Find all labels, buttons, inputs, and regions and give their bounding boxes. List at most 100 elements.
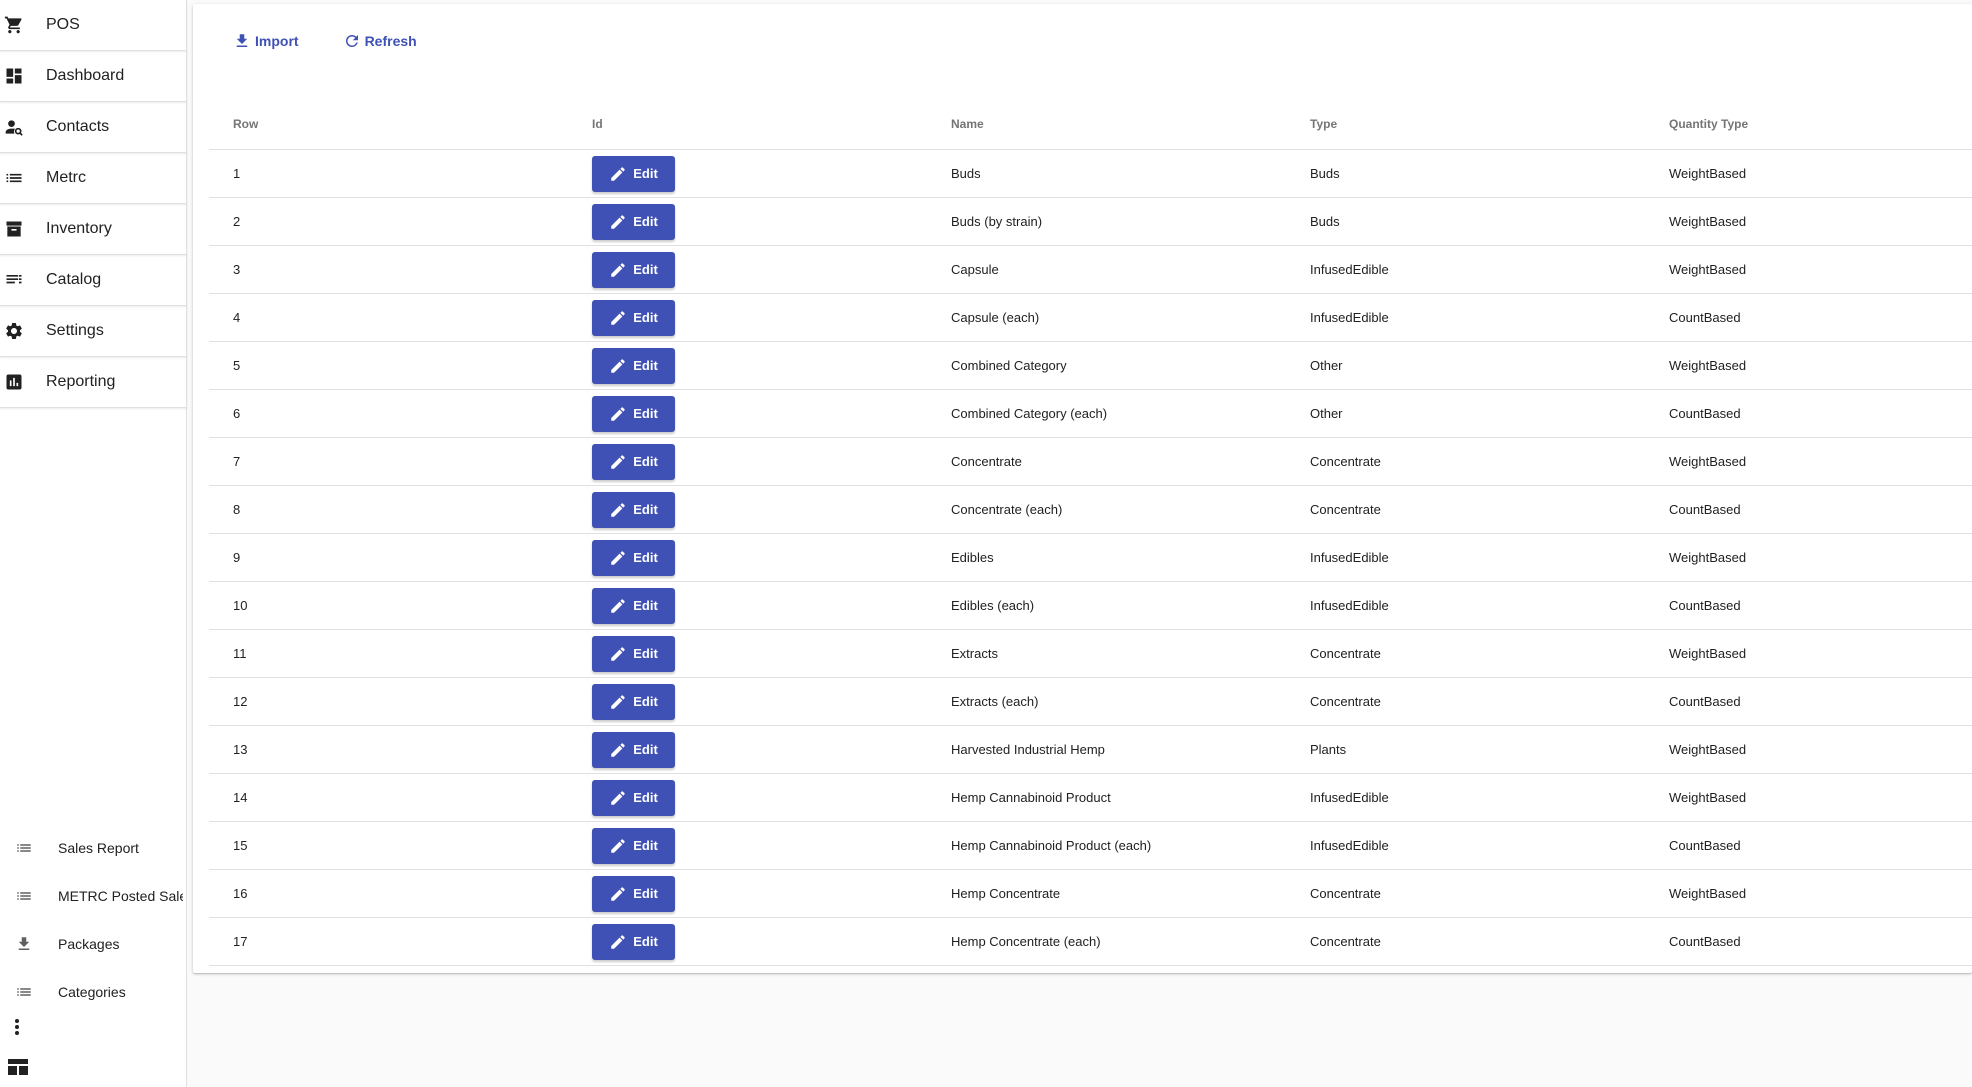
- edit-button[interactable]: Edit: [592, 155, 675, 192]
- sidebar-item-pos[interactable]: POS: [0, 0, 187, 51]
- sidebar-item-label: Categories: [58, 984, 126, 1000]
- column-header-type[interactable]: Type: [1286, 99, 1645, 150]
- cell-row: 2: [209, 197, 568, 246]
- sidebar-item-label: Catalog: [46, 271, 102, 288]
- cell-name: Edibles (each): [927, 581, 1286, 630]
- cell-quantity-type: WeightBased: [1645, 245, 1972, 294]
- sidebar-item-contacts[interactable]: Contacts: [0, 102, 187, 153]
- column-header-id[interactable]: Id: [568, 99, 927, 150]
- sidebar-item-inventory[interactable]: Inventory: [0, 204, 187, 255]
- sidebar-item-catalog[interactable]: Catalog: [0, 255, 187, 306]
- table-row: 12 Edit Extracts (each) Concentrate CountBas…: [209, 677, 1972, 726]
- edit-button[interactable]: Edit: [592, 779, 675, 816]
- table-row: 4 Edit Capsule (each) InfusedEdible CountBas…: [209, 293, 1972, 342]
- cell-quantity-type: WeightBased: [1645, 197, 1972, 246]
- cell-name: Extracts (each): [927, 677, 1286, 726]
- edit-button[interactable]: Edit: [592, 251, 675, 288]
- pencil-icon: [609, 933, 627, 951]
- cell-id: Edit: [568, 149, 927, 198]
- table-row: 17 Edit Hemp Concentrate (each) Concentrate…: [209, 917, 1972, 966]
- sidebar-item-sales-report[interactable]: Sales Report: [0, 824, 187, 872]
- cell-row: 8: [209, 485, 568, 534]
- categories-card: Import Refresh Row Id Name Type Quantity…: [193, 4, 1972, 973]
- table-row: 3 Edit Capsule InfusedEdible WeightBased: [209, 245, 1972, 294]
- sidebar-item-reporting[interactable]: Reporting: [0, 357, 187, 408]
- cell-quantity-type: WeightBased: [1645, 341, 1972, 390]
- cell-id: Edit: [568, 629, 927, 678]
- edit-label: Edit: [633, 886, 658, 901]
- cell-name: Capsule (each): [927, 293, 1286, 342]
- column-header-quantity-type[interactable]: Quantity Type: [1645, 99, 1972, 150]
- pencil-icon: [609, 645, 627, 663]
- sidebar-item-dashboard[interactable]: Dashboard: [0, 51, 187, 102]
- column-header-name[interactable]: Name: [927, 99, 1286, 150]
- cell-type: Other: [1286, 389, 1645, 438]
- edit-button[interactable]: Edit: [592, 635, 675, 672]
- cell-row: 3: [209, 245, 568, 294]
- sidebar-item-categories[interactable]: Categories: [0, 968, 187, 1016]
- cell-type: InfusedEdible: [1286, 533, 1645, 582]
- sidebar-item-metrc[interactable]: Metrc: [0, 153, 187, 204]
- table-row: 1 Edit Buds Buds WeightBased: [209, 149, 1972, 198]
- edit-label: Edit: [633, 790, 658, 805]
- edit-button[interactable]: Edit: [592, 299, 675, 336]
- edit-button[interactable]: Edit: [592, 875, 675, 912]
- list-icon: [4, 168, 24, 188]
- edit-label: Edit: [633, 454, 658, 469]
- cell-name: Buds (by strain): [927, 197, 1286, 246]
- column-header-row[interactable]: Row: [209, 99, 568, 150]
- table-row: 10 Edit Edibles (each) InfusedEdible CountBa…: [209, 581, 1972, 630]
- refresh-label: Refresh: [364, 33, 417, 49]
- edit-label: Edit: [633, 214, 658, 229]
- cell-name: Combined Category: [927, 341, 1286, 390]
- cell-id: Edit: [568, 293, 927, 342]
- cell-type: Concentrate: [1286, 437, 1645, 486]
- cell-row: 16: [209, 869, 568, 918]
- edit-button[interactable]: Edit: [592, 587, 675, 624]
- edit-label: Edit: [633, 262, 658, 277]
- cell-quantity-type: CountBased: [1645, 821, 1972, 870]
- refresh-button[interactable]: Refresh: [339, 28, 421, 54]
- edit-button[interactable]: Edit: [592, 827, 675, 864]
- more-vert-icon[interactable]: [8, 1016, 26, 1038]
- sidebar-item-settings[interactable]: Settings: [0, 306, 187, 357]
- sidebar-item-packages[interactable]: Packages: [0, 920, 187, 968]
- gear-icon: [4, 321, 24, 341]
- edit-button[interactable]: Edit: [592, 347, 675, 384]
- table-row: 8 Edit Concentrate (each) Concentrate CountB…: [209, 485, 1972, 534]
- cell-name: Concentrate: [927, 437, 1286, 486]
- table-row: 5 Edit Combined Category Other WeightBased: [209, 341, 1972, 390]
- edit-button[interactable]: Edit: [592, 443, 675, 480]
- edit-button[interactable]: Edit: [592, 923, 675, 960]
- edit-button[interactable]: Edit: [592, 491, 675, 528]
- reporting-submenu: Sales Report METRC Posted Sales Packages…: [0, 824, 187, 1016]
- pencil-icon: [609, 261, 627, 279]
- edit-label: Edit: [633, 310, 658, 325]
- cell-id: Edit: [568, 437, 927, 486]
- cell-quantity-type: CountBased: [1645, 677, 1972, 726]
- pencil-icon: [609, 693, 627, 711]
- edit-button[interactable]: Edit: [592, 203, 675, 240]
- edit-button[interactable]: Edit: [592, 731, 675, 768]
- pencil-icon: [609, 453, 627, 471]
- table-row: 13 Edit Harvested Industrial Hemp Plants Wei…: [209, 725, 1972, 774]
- cell-quantity-type: CountBased: [1645, 293, 1972, 342]
- cell-row: 15: [209, 821, 568, 870]
- cell-row: 13: [209, 725, 568, 774]
- import-button[interactable]: Import: [229, 28, 303, 54]
- list-icon: [14, 838, 34, 858]
- edit-button[interactable]: Edit: [592, 539, 675, 576]
- cell-name: Hemp Cannabinoid Product (each): [927, 821, 1286, 870]
- sidebar-item-label: Contacts: [46, 118, 110, 135]
- cell-id: Edit: [568, 869, 927, 918]
- categories-table: Row Id Name Type Quantity Type 1 Edit Buds…: [209, 99, 1972, 966]
- catalog-icon: [4, 270, 24, 290]
- table-layout-icon[interactable]: [7, 1058, 29, 1076]
- sidebar-item-label: POS: [46, 16, 80, 33]
- cell-row: 14: [209, 773, 568, 822]
- cell-id: Edit: [568, 533, 927, 582]
- edit-label: Edit: [633, 646, 658, 661]
- sidebar-item-metrc-posted-sales[interactable]: METRC Posted Sales: [0, 872, 187, 920]
- edit-button[interactable]: Edit: [592, 683, 675, 720]
- edit-button[interactable]: Edit: [592, 395, 675, 432]
